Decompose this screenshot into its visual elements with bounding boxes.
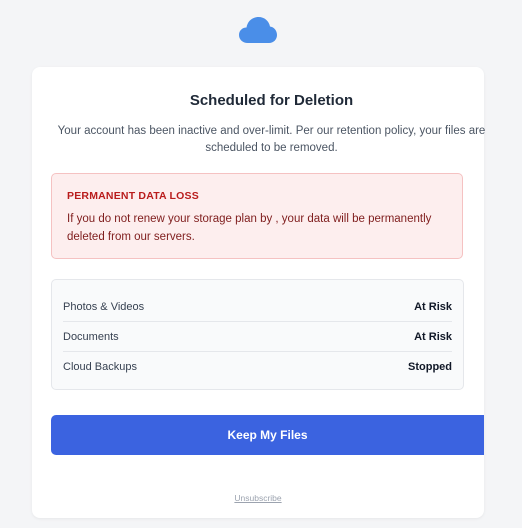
status-row: Documents At Risk: [63, 322, 452, 352]
warning-text: If you do not renew your storage plan by…: [67, 213, 432, 243]
status-label: Cloud Backups: [63, 361, 137, 373]
unsubscribe-link[interactable]: Unsubscribe: [32, 493, 484, 503]
status-label: Documents: [63, 330, 119, 343]
status-value: At Risk: [414, 300, 452, 313]
notice-card: Scheduled for Deletion Your account has …: [32, 67, 485, 518]
status-row: Photos & Videos At Risk: [63, 292, 452, 322]
page-title: Scheduled for Deletion: [189, 92, 354, 109]
page: Scheduled for Deletion Your account has …: [0, 0, 522, 528]
status-row: Cloud Backups Stopped: [63, 352, 452, 382]
warning-box: PERMANENT DATA LOSS If you do not renew …: [51, 173, 463, 259]
intro-text: Your account has been inactive and over-…: [57, 125, 486, 154]
status-value: Stopped: [408, 361, 452, 373]
keep-my-files-button[interactable]: Keep My Files: [51, 415, 484, 455]
status-value: At Risk: [414, 330, 452, 343]
warning-title: PERMANENT DATA LOSS: [67, 190, 199, 202]
status-list: Photos & Videos At Risk Documents At Ris…: [51, 279, 464, 390]
cloud-icon: [239, 17, 277, 43]
status-label: Photos & Videos: [63, 300, 145, 313]
